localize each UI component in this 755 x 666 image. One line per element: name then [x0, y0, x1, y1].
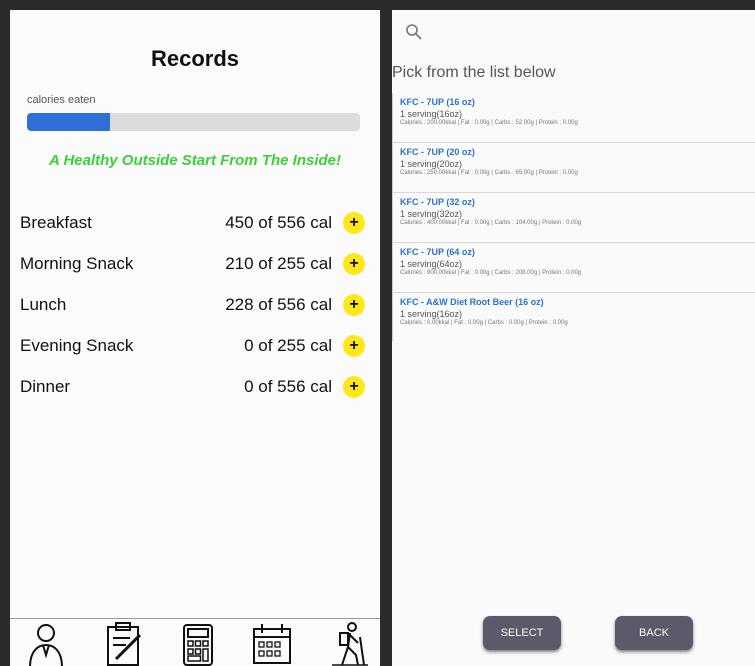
- add-morning-snack-button[interactable]: +: [343, 253, 365, 275]
- food-list: KFC - 7UP (16 oz) 1 serving(16oz) Calori…: [392, 93, 755, 342]
- food-serving: 1 serving(16oz): [400, 309, 463, 319]
- meal-name: Breakfast: [20, 213, 92, 232]
- meal-calories: 210 of 255 cal: [225, 254, 332, 273]
- bottom-navigation: [10, 618, 380, 666]
- calories-progress-bar: [27, 113, 360, 131]
- meal-name: Morning Snack: [20, 254, 134, 273]
- calories-eaten-label: calories eaten: [27, 94, 96, 106]
- food-serving: 1 serving(20oz): [400, 159, 463, 169]
- food-list-item[interactable]: KFC - 7UP (32 oz) 1 serving(32oz) Calori…: [393, 193, 755, 243]
- slogan-text: A Healthy Outside Start From The Inside!: [49, 152, 341, 169]
- meal-calories: 450 of 556 cal: [225, 213, 332, 232]
- meal-name: Dinner: [20, 377, 71, 396]
- page-title: Records: [150, 46, 240, 71]
- food-nutrition: Calories : 800.00kkal | Fat : 0.00g | Ca…: [400, 270, 582, 276]
- add-evening-snack-button[interactable]: +: [343, 335, 365, 357]
- food-nutrition: Calories : 400.00kkal | Fat : 0.00g | Ca…: [400, 220, 582, 226]
- meal-row-evening-snack: Evening Snack 0 of 255 cal +: [20, 332, 365, 362]
- food-serving: 1 serving(32oz): [400, 209, 463, 219]
- meal-calories: 0 of 556 cal: [244, 377, 332, 396]
- food-name: KFC - 7UP (64 oz): [400, 247, 475, 257]
- add-dinner-button[interactable]: +: [343, 376, 365, 398]
- meal-name: Lunch: [20, 295, 67, 314]
- profile-icon[interactable]: [24, 621, 68, 666]
- pick-prompt: Pick from the list below: [392, 64, 556, 81]
- food-list-item[interactable]: KFC - 7UP (20 oz) 1 serving(20oz) Calori…: [393, 143, 755, 193]
- food-nutrition: Calories : 200.00kkal | Fat : 0.00g | Ca…: [400, 120, 578, 126]
- records-screen: Records calories eaten A Healthy Outside…: [10, 10, 380, 666]
- meal-name: Evening Snack: [20, 336, 134, 355]
- food-serving: 1 serving(16oz): [400, 109, 463, 119]
- add-lunch-button[interactable]: +: [343, 294, 365, 316]
- select-button[interactable]: SELECT: [483, 616, 561, 650]
- food-list-item[interactable]: KFC - 7UP (16 oz) 1 serving(16oz) Calori…: [393, 93, 755, 143]
- food-list-item[interactable]: KFC - 7UP (64 oz) 1 serving(64oz) Calori…: [393, 243, 755, 293]
- add-breakfast-button[interactable]: +: [343, 212, 365, 234]
- meal-row-lunch: Lunch 228 of 556 cal +: [20, 291, 365, 321]
- search-icon[interactable]: [404, 22, 424, 42]
- calculator-icon[interactable]: [176, 621, 220, 666]
- meal-calories: 228 of 556 cal: [225, 295, 332, 314]
- calendar-icon[interactable]: [250, 621, 294, 666]
- food-picker-screen: Pick from the list below KFC - 7UP (16 o…: [392, 10, 755, 666]
- food-name: KFC - A&W Diet Root Beer (16 oz): [400, 297, 544, 307]
- food-list-item[interactable]: KFC - A&W Diet Root Beer (16 oz) 1 servi…: [393, 293, 755, 342]
- food-serving: 1 serving(64oz): [400, 259, 463, 269]
- meal-row-breakfast: Breakfast 450 of 556 cal +: [20, 209, 365, 239]
- food-nutrition: Calories : 250.00kkal | Fat : 0.00g | Ca…: [400, 170, 578, 176]
- calories-progress-fill: [27, 113, 111, 131]
- clipboard-icon[interactable]: [102, 621, 146, 666]
- meal-row-dinner: Dinner 0 of 556 cal +: [20, 373, 365, 403]
- food-name: KFC - 7UP (32 oz): [400, 197, 475, 207]
- food-name: KFC - 7UP (16 oz): [400, 97, 475, 107]
- meal-row-morning-snack: Morning Snack 210 of 255 cal +: [20, 250, 365, 280]
- back-button[interactable]: BACK: [615, 616, 693, 650]
- hiker-icon[interactable]: [328, 621, 372, 666]
- food-nutrition: Calories : 0.00kkal | Fat : 0.00g | Carb…: [400, 320, 568, 326]
- food-name: KFC - 7UP (20 oz): [400, 147, 475, 157]
- meal-calories: 0 of 255 cal: [244, 336, 332, 355]
